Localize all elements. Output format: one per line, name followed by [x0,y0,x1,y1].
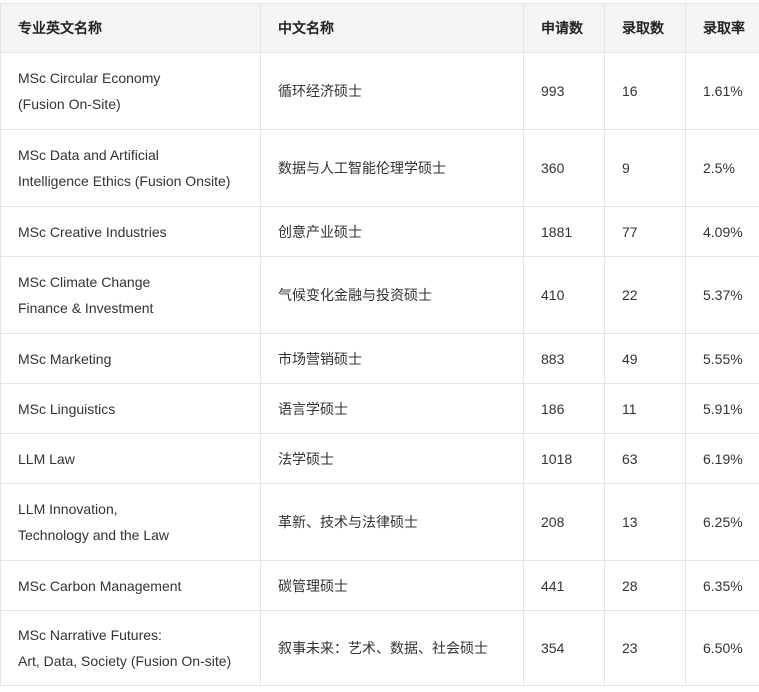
cell-applications: 186 [523,383,605,434]
cell-admitted: 16 [604,52,686,130]
table-row: MSc Climate Change Finance & Investment … [0,256,759,334]
cell-chinese-name: 数据与人工智能伦理学硕士 [260,129,524,207]
cell-admission-rate: 5.37% [685,256,759,334]
table-row: LLM Innovation, Technology and the Law 革… [0,483,759,561]
cell-applications: 993 [523,52,605,130]
cell-admission-rate: 6.19% [685,433,759,484]
cell-applications: 208 [523,483,605,561]
cell-admitted: 77 [604,206,686,257]
cell-chinese-name: 叙事未来：艺术、数据、社会硕士 [260,610,524,686]
cell-applications: 410 [523,256,605,334]
cell-chinese-name: 语言学硕士 [260,383,524,434]
cell-admission-rate: 6.35% [685,560,759,611]
cell-english-name: MSc Circular Economy (Fusion On-Site) [0,52,261,130]
cell-admission-rate: 5.91% [685,383,759,434]
table-row: MSc Marketing 市场营销硕士 883 49 5.55% [0,333,759,384]
english-name-line: MSc Narrative Futures: [18,627,162,643]
cell-admission-rate: 5.55% [685,333,759,384]
cell-admission-rate: 6.25% [685,483,759,561]
header-applications: 申请数 [523,3,605,53]
english-name-line: Art, Data, Society (Fusion On-site) [18,653,232,669]
cell-admitted: 13 [604,483,686,561]
cell-chinese-name: 循环经济硕士 [260,52,524,130]
table-row: MSc Carbon Management 碳管理硕士 441 28 6.35% [0,560,759,611]
cell-admitted: 23 [604,610,686,686]
table-row: MSc Narrative Futures: Art, Data, Societ… [0,610,759,686]
cell-applications: 441 [523,560,605,611]
cell-admission-rate: 2.5% [685,129,759,207]
cell-admitted: 9 [604,129,686,207]
cell-admitted: 11 [604,383,686,434]
english-name-line: MSc Data and Artificial [18,147,159,163]
cell-chinese-name: 法学硕士 [260,433,524,484]
cell-english-name: MSc Carbon Management [0,560,261,611]
cell-applications: 360 [523,129,605,207]
english-name-line: LLM Law [18,450,75,467]
english-name-line: MSc Marketing [18,350,112,367]
cell-admitted: 49 [604,333,686,384]
table-row: MSc Linguistics 语言学硕士 186 11 5.91% [0,383,759,434]
english-name-line: Intelligence Ethics (Fusion Onsite) [18,173,231,189]
cell-applications: 883 [523,333,605,384]
cell-english-name: MSc Marketing [0,333,261,384]
english-name-line: MSc Climate Change [18,274,151,290]
cell-admitted: 28 [604,560,686,611]
cell-applications: 354 [523,610,605,686]
cell-applications: 1881 [523,206,605,257]
admissions-table: 专业英文名称 中文名称 申请数 录取数 录取率 MSc Circular Eco… [0,3,759,686]
table-header-row: 专业英文名称 中文名称 申请数 录取数 录取率 [0,3,759,53]
cell-english-name: MSc Data and Artificial Intelligence Eth… [0,129,261,207]
english-name-line: MSc Circular Economy [18,70,161,86]
cell-chinese-name: 革新、技术与法律硕士 [260,483,524,561]
cell-english-name: LLM Innovation, Technology and the Law [0,483,261,561]
header-admission-rate: 录取率 [685,3,759,53]
cell-admission-rate: 6.50% [685,610,759,686]
cell-chinese-name: 碳管理硕士 [260,560,524,611]
header-chinese-name: 中文名称 [260,3,524,53]
table-row: LLM Law 法学硕士 1018 63 6.19% [0,433,759,484]
header-english-name: 专业英文名称 [0,3,261,53]
header-admitted: 录取数 [604,3,686,53]
cell-admitted: 63 [604,433,686,484]
cell-admission-rate: 4.09% [685,206,759,257]
english-name-line: LLM Innovation, [18,501,118,517]
cell-admitted: 22 [604,256,686,334]
english-name-line: (Fusion On-Site) [18,96,121,112]
english-name-line: Technology and the Law [18,527,169,543]
cell-english-name: MSc Narrative Futures: Art, Data, Societ… [0,610,261,686]
english-name-line: MSc Creative Industries [18,223,167,240]
english-name-line: Finance & Investment [18,300,154,316]
cell-english-name: MSc Linguistics [0,383,261,434]
english-name-line: MSc Carbon Management [18,577,182,594]
table-row: MSc Data and Artificial Intelligence Eth… [0,129,759,207]
cell-english-name: MSc Creative Industries [0,206,261,257]
cell-chinese-name: 气候变化金融与投资硕士 [260,256,524,334]
cell-admission-rate: 1.61% [685,52,759,130]
cell-chinese-name: 市场营销硕士 [260,333,524,384]
cell-applications: 1018 [523,433,605,484]
table-row: MSc Circular Economy (Fusion On-Site) 循环… [0,52,759,130]
cell-english-name: MSc Climate Change Finance & Investment [0,256,261,334]
admissions-table-container: 专业英文名称 中文名称 申请数 录取数 录取率 MSc Circular Eco… [0,3,759,689]
cell-english-name: LLM Law [0,433,261,484]
table-row: MSc Creative Industries 创意产业硕士 1881 77 4… [0,206,759,257]
english-name-line: MSc Linguistics [18,400,116,417]
cell-chinese-name: 创意产业硕士 [260,206,524,257]
